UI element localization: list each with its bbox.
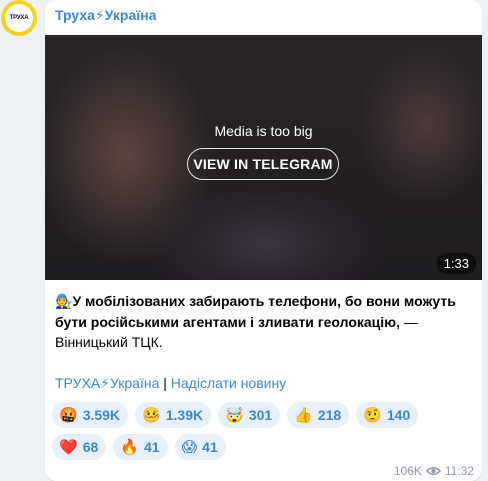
links-separator: |: [159, 375, 171, 391]
channel-name-link[interactable]: Труха⚡Україна: [55, 7, 156, 24]
reaction-count: 218: [317, 407, 342, 423]
post-bold-text: У мобілізованих забирають телефони, бо в…: [55, 293, 456, 330]
view-in-telegram-button[interactable]: VIEW IN TELEGRAM: [187, 148, 339, 180]
avatar-logo-text: ТРУХА: [5, 4, 33, 32]
reaction-count: 68: [82, 439, 99, 455]
exploding-head-icon: 🤯: [225, 407, 244, 424]
red-heart-icon: ❤️: [59, 439, 78, 456]
channel-link[interactable]: ТРУХА⚡Україна: [55, 375, 159, 391]
reaction-count: 301: [248, 407, 273, 423]
reaction-count: 3.59K: [82, 407, 121, 423]
reaction-button[interactable]: 😱 41: [174, 434, 226, 460]
channel-avatar[interactable]: ТРУХА: [1, 0, 37, 36]
worker-emoji-icon: 🧑‍🔧: [55, 293, 73, 309]
reaction-button[interactable]: 🤨 140: [356, 402, 419, 428]
submit-news-link[interactable]: Надіслати новину: [171, 375, 286, 391]
fire-icon: 🔥: [120, 439, 139, 456]
angry-face-icon: 🤬: [59, 407, 78, 424]
screaming-face-icon: 😱: [181, 439, 198, 456]
thumbs-up-icon: 👍: [294, 407, 313, 424]
reaction-button[interactable]: 🤬 3.59K: [52, 402, 129, 428]
sick-face-icon: 🤒: [142, 407, 161, 424]
eye-icon: [425, 466, 441, 476]
view-count: 106K: [393, 464, 422, 478]
message-time: 11:32: [444, 464, 474, 478]
post-text: 🧑‍🔧У мобілізованих забирають телефони, б…: [55, 291, 475, 353]
reaction-button[interactable]: 🤯 301: [218, 402, 281, 428]
raised-eyebrow-face-icon: 🤨: [363, 407, 382, 424]
video-duration-badge: 1:33: [436, 253, 476, 274]
reaction-button[interactable]: 👍 218: [287, 402, 350, 428]
reaction-button[interactable]: ❤️ 68: [52, 434, 107, 460]
video-preview[interactable]: Media is too big VIEW IN TELEGRAM 1:33: [45, 35, 482, 280]
reaction-count: 41: [202, 439, 218, 455]
reactions-bar: 🤬 3.59K 🤒 1.39K 🤯 301 👍 218 🤨 140 ❤️ 68 🔥 41 😱 4…: [52, 402, 477, 460]
reaction-count: 41: [143, 439, 160, 455]
post-links: ТРУХА⚡Україна | Надіслати новину: [55, 375, 286, 392]
reaction-button[interactable]: 🤒 1.39K: [135, 402, 212, 428]
reaction-count: 1.39K: [165, 407, 204, 423]
media-too-big-label: Media is too big: [214, 123, 313, 139]
message-bubble: Труха⚡Україна Media is too big VIEW IN T…: [45, 0, 482, 481]
reaction-count: 140: [386, 407, 411, 423]
reaction-button[interactable]: 🔥 41: [113, 434, 168, 460]
message-meta: 106K 11:32: [394, 464, 474, 478]
